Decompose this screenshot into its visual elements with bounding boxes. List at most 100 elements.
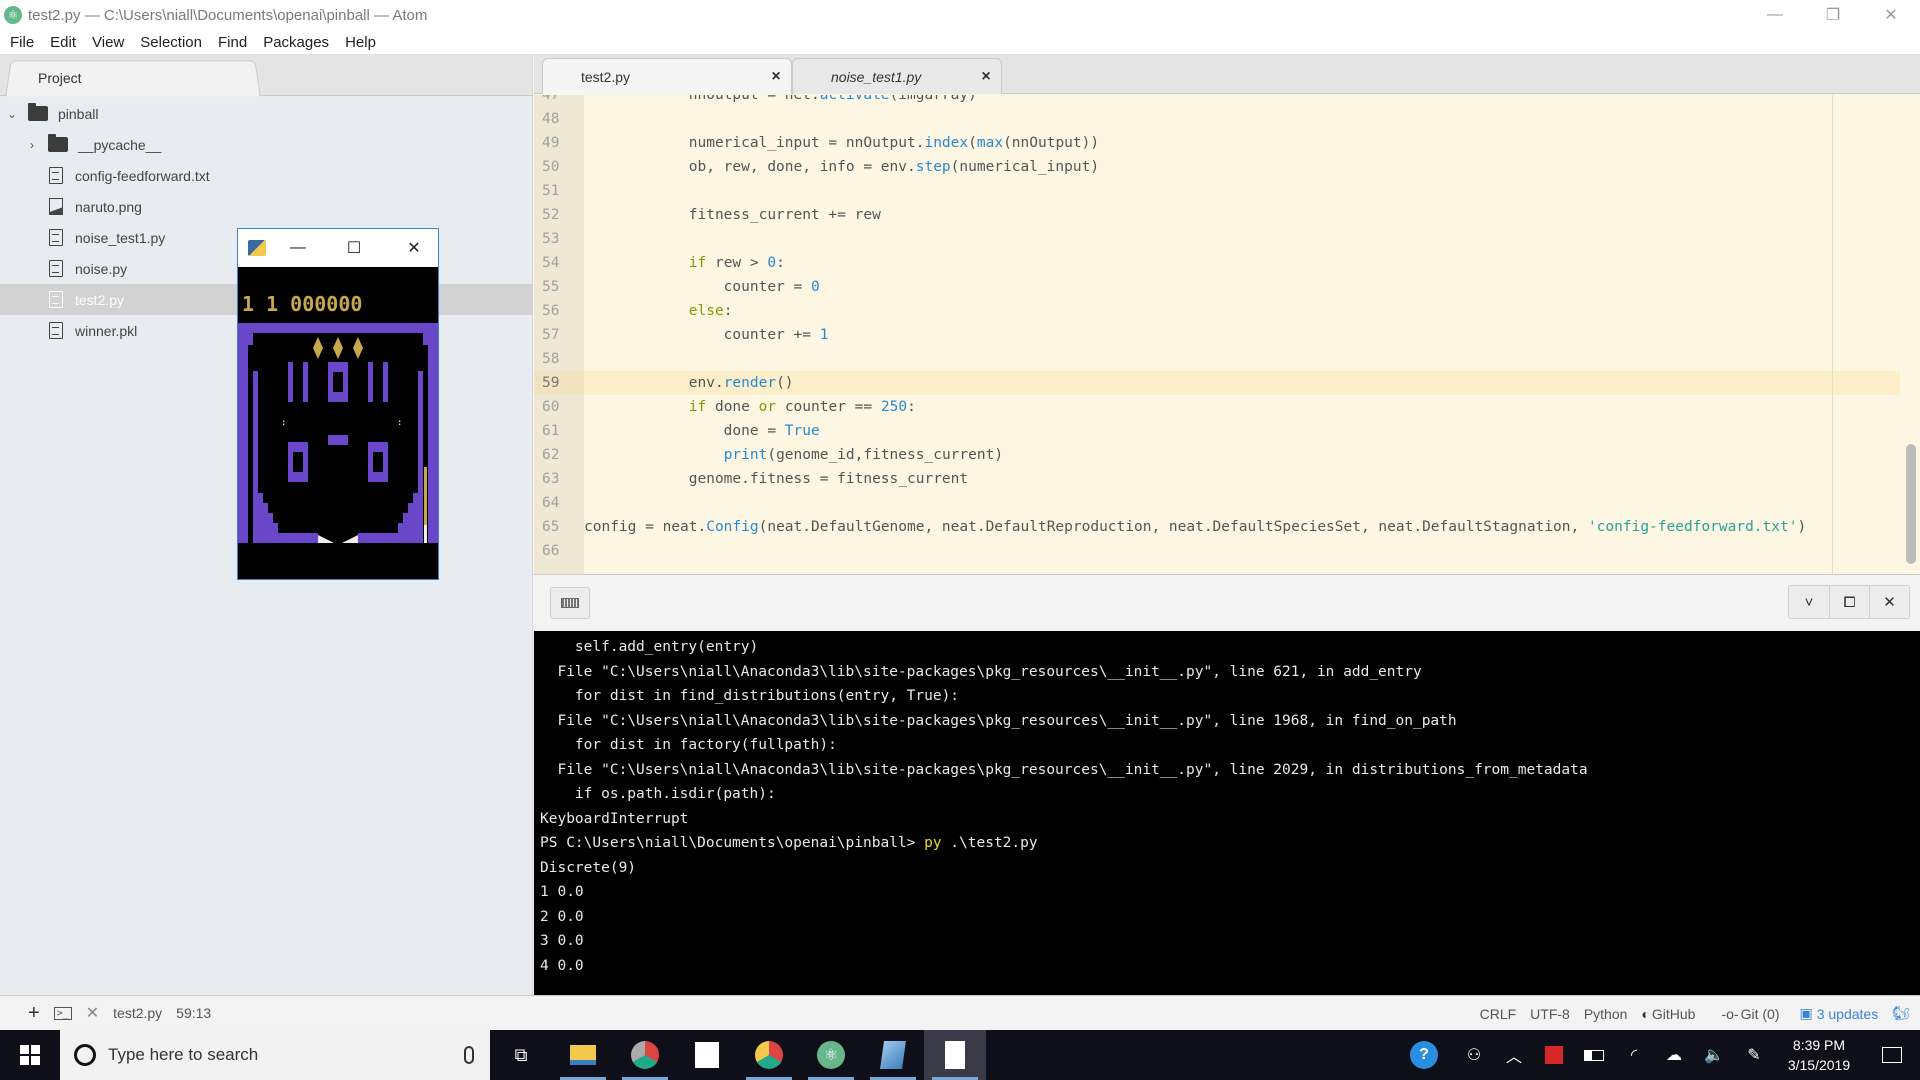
notepad-icon[interactable] xyxy=(862,1030,924,1080)
menu-find[interactable]: Find xyxy=(210,34,255,51)
line-number: 54 xyxy=(542,255,560,271)
people-icon[interactable]: ⚇ xyxy=(1454,1045,1494,1065)
close-terminal-icon[interactable]: ✕ xyxy=(86,1003,99,1023)
tree-item-pycache[interactable]: › __pycache__ xyxy=(0,129,533,160)
menu-edit[interactable]: Edit xyxy=(42,34,84,51)
minimize-icon[interactable]: — xyxy=(1746,0,1804,30)
add-terminal-icon[interactable]: + xyxy=(28,1002,40,1025)
restore-icon[interactable]: ❐ xyxy=(1804,0,1862,30)
microsoft-store-icon[interactable] xyxy=(676,1030,738,1080)
status-grammar[interactable]: Python xyxy=(1584,1006,1628,1022)
code-line[interactable]: 52 fitness_current += rew xyxy=(542,203,1900,227)
keyboard-icon[interactable] xyxy=(550,587,590,619)
tree-root-pinball[interactable]: ⌄ pinball xyxy=(0,98,533,129)
start-button[interactable] xyxy=(0,1030,60,1080)
terminal-line: for dist in find_distributions(entry, Tr… xyxy=(540,688,960,704)
github-icon[interactable]: ◐ xyxy=(1641,1006,1649,1022)
code-line[interactable]: 66 xyxy=(542,539,1900,563)
action-center-icon[interactable] xyxy=(1864,1047,1920,1063)
code-line[interactable]: 65 config = neat.Config(neat.DefaultGenom… xyxy=(542,515,1900,539)
code-line[interactable]: 50 ob, rew, done, info = env.step(numeri… xyxy=(542,155,1900,179)
status-cursor-position[interactable]: 59:13 xyxy=(176,1005,211,1021)
code-line[interactable]: 64 xyxy=(542,491,1900,515)
menu-selection[interactable]: Selection xyxy=(132,34,210,51)
help-icon[interactable]: ? xyxy=(1404,1041,1444,1069)
code-line[interactable]: 60 if done or counter == 250: xyxy=(542,395,1900,419)
status-encoding[interactable]: UTF-8 xyxy=(1530,1006,1570,1022)
chevron-right-icon[interactable]: › xyxy=(26,138,38,152)
editor-scrollbar[interactable] xyxy=(1906,444,1916,564)
code-line[interactable]: 49 numerical_input = nnOutput.index(max(… xyxy=(542,131,1900,155)
status-updates[interactable]: 3 updates xyxy=(1817,1006,1879,1022)
close-tab-icon[interactable]: × xyxy=(971,68,1001,86)
battery-icon[interactable] xyxy=(1574,1049,1614,1061)
minimize-icon[interactable]: — xyxy=(278,229,318,267)
menu-packages[interactable]: Packages xyxy=(255,34,337,51)
code-line[interactable]: 57 counter += 1 xyxy=(542,323,1900,347)
volume-icon[interactable]: 🔈 xyxy=(1694,1045,1734,1065)
terminal-line: 2 0.0 xyxy=(540,908,584,925)
taskbar-search[interactable]: Type here to search xyxy=(60,1030,490,1080)
code-line[interactable]: 55 counter = 0 xyxy=(542,275,1900,299)
terminal-line: KeyboardInterrupt xyxy=(540,810,689,827)
line-number: 58 xyxy=(542,351,560,367)
folder-icon xyxy=(48,134,68,152)
onedrive-icon[interactable]: ☁ xyxy=(1654,1045,1694,1065)
status-git[interactable]: Git (0) xyxy=(1741,1006,1780,1022)
close-icon[interactable]: ✕ xyxy=(394,229,434,267)
game-window-titlebar[interactable]: — ☐ ✕ xyxy=(238,229,438,267)
code-line[interactable]: 63 genome.fitness = fitness_current xyxy=(542,467,1900,491)
maximize-terminal-button[interactable]: ⧠ xyxy=(1829,586,1869,618)
code-line[interactable]: 53 xyxy=(542,227,1900,251)
window-titlebar: ⚛ test2.py — C:\Users\niall\Documents\op… xyxy=(0,0,1920,30)
chrome-canary-icon[interactable] xyxy=(614,1030,676,1080)
squirrel-icon[interactable]: 🐿 xyxy=(1892,1005,1910,1022)
tree-item-label: noise_test1.py xyxy=(75,229,166,246)
taskbar-clock[interactable]: 8:39 PM 3/15/2019 xyxy=(1774,1035,1864,1075)
code-line[interactable]: 54 if rew > 0: xyxy=(542,251,1900,275)
show-hidden-icons-icon[interactable]: ︿ xyxy=(1494,1043,1534,1067)
tree-root-label: pinball xyxy=(58,105,99,122)
atom-icon[interactable]: ⚛ xyxy=(800,1030,862,1080)
close-icon[interactable]: ✕ xyxy=(1862,0,1920,30)
code-line[interactable]: 51 xyxy=(542,179,1900,203)
task-view-icon[interactable]: ⧉ xyxy=(490,1030,552,1080)
maximize-icon[interactable]: ☐ xyxy=(334,229,374,267)
creative-cloud-icon[interactable] xyxy=(1534,1046,1574,1064)
tree-item-config-feedforward[interactable]: config-feedforward.txt xyxy=(0,160,533,191)
code-editor[interactable]: 47 nnOutput = net.activate(imgarray) 48 49… xyxy=(534,95,1920,574)
menu-bar: File Edit View Selection Find Packages H… xyxy=(0,30,1920,54)
close-tab-icon[interactable]: × xyxy=(761,68,791,86)
menu-help[interactable]: Help xyxy=(337,34,384,51)
file-explorer-icon[interactable] xyxy=(552,1030,614,1080)
chevron-down-icon[interactable]: ⌄ xyxy=(6,107,18,121)
document-icon[interactable] xyxy=(924,1030,986,1080)
terminal-icon[interactable]: >_ xyxy=(53,1006,72,1020)
microphone-icon[interactable] xyxy=(464,1046,474,1064)
chrome-icon[interactable] xyxy=(738,1030,800,1080)
code-line[interactable]: 48 xyxy=(542,107,1900,131)
tab-noise-test1[interactable]: noise_test1.py × xyxy=(792,58,1002,94)
code-line[interactable]: 58 xyxy=(542,347,1900,371)
tab-test2[interactable]: test2.py × xyxy=(542,58,792,94)
tree-item-naruto-png[interactable]: naruto.png xyxy=(0,191,533,222)
status-file-name[interactable]: test2.py xyxy=(113,1005,162,1021)
collapse-terminal-button[interactable]: ˅ xyxy=(1789,586,1829,618)
status-github[interactable]: GitHub xyxy=(1652,1006,1696,1022)
menu-view[interactable]: View xyxy=(84,34,132,51)
code-line[interactable]: 62 print(genome_id,fitness_current) xyxy=(542,443,1900,467)
wifi-icon[interactable]: ◜ xyxy=(1614,1045,1654,1065)
code-line[interactable]: 59 env.render() xyxy=(534,371,1900,395)
tree-tabbar: Project xyxy=(0,54,532,97)
tab-project-label[interactable]: Project xyxy=(38,70,82,86)
terminal-output[interactable]: self.add_entry(entry) File "C:\Users\nia… xyxy=(534,631,1920,996)
code-line[interactable]: 61 done = True xyxy=(542,419,1900,443)
code-line[interactable]: 56 else: xyxy=(542,299,1900,323)
code-line[interactable]: 47 nnOutput = net.activate(imgarray) xyxy=(542,95,1900,107)
status-line-ending[interactable]: CRLF xyxy=(1480,1006,1517,1022)
close-terminal-button[interactable]: ✕ xyxy=(1869,586,1909,618)
cortana-icon[interactable] xyxy=(74,1044,96,1066)
pen-icon[interactable]: ✎ xyxy=(1734,1045,1774,1065)
menu-file[interactable]: File xyxy=(2,34,42,51)
pinball-game-window[interactable]: — ☐ ✕ 1 1 000000 : : xyxy=(237,228,439,580)
